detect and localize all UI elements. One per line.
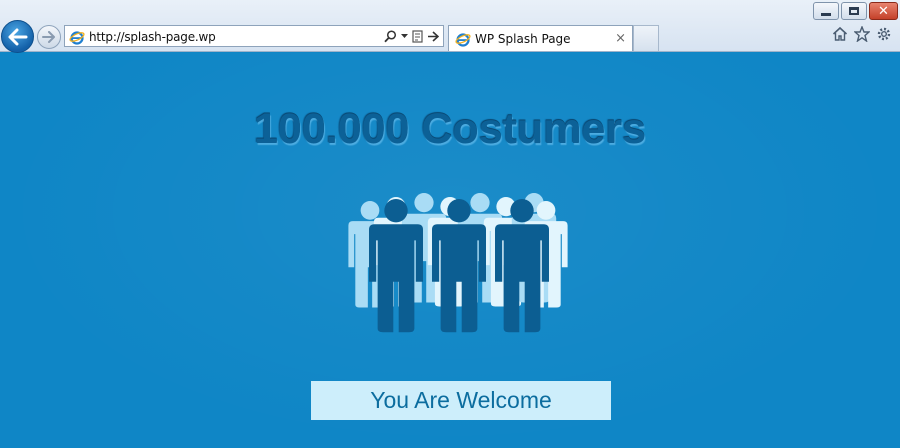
minimize-button[interactable]: [813, 2, 839, 20]
close-icon: ✕: [878, 3, 889, 19]
browser-chrome: ✕ http://splash-page.wp WP Splash Page ×: [0, 0, 900, 53]
back-arrow-icon: [8, 28, 27, 45]
welcome-banner: You Are Welcome: [311, 381, 611, 420]
go-arrow-icon[interactable]: [427, 30, 439, 42]
settings-gear-icon[interactable]: [876, 26, 892, 42]
splash-page: 100.000 Costumers You Are Welcome: [0, 53, 900, 448]
close-window-button[interactable]: ✕: [869, 2, 898, 20]
url-text[interactable]: http://splash-page.wp: [89, 30, 216, 44]
address-bar[interactable]: http://splash-page.wp: [64, 25, 444, 47]
restore-icon: [849, 7, 859, 15]
ie-tab-icon: [455, 33, 471, 47]
restore-button[interactable]: [841, 2, 867, 20]
minimize-icon: [821, 12, 831, 16]
back-button[interactable]: [1, 20, 34, 53]
new-tab-button[interactable]: [633, 25, 659, 51]
forward-button[interactable]: [37, 25, 61, 49]
ie-page-icon: [69, 31, 85, 45]
front-row-people: [369, 199, 549, 333]
tab-title: WP Splash Page: [475, 32, 571, 46]
tab-close-icon[interactable]: ×: [615, 31, 626, 46]
crowd-of-people-icon: [348, 193, 568, 333]
search-icon[interactable]: [384, 29, 397, 43]
tab-wp-splash-page[interactable]: WP Splash Page ×: [448, 25, 633, 51]
favorites-star-icon[interactable]: [854, 26, 870, 42]
home-icon[interactable]: [832, 26, 848, 42]
compatibility-icon[interactable]: [412, 29, 423, 43]
welcome-label: You Are Welcome: [370, 387, 552, 413]
address-tools: [384, 28, 439, 44]
dropdown-icon[interactable]: [401, 33, 408, 39]
browser-toolbar: [832, 26, 892, 42]
headline: 100.000 Costumers: [254, 105, 646, 153]
forward-arrow-icon: [42, 31, 55, 43]
